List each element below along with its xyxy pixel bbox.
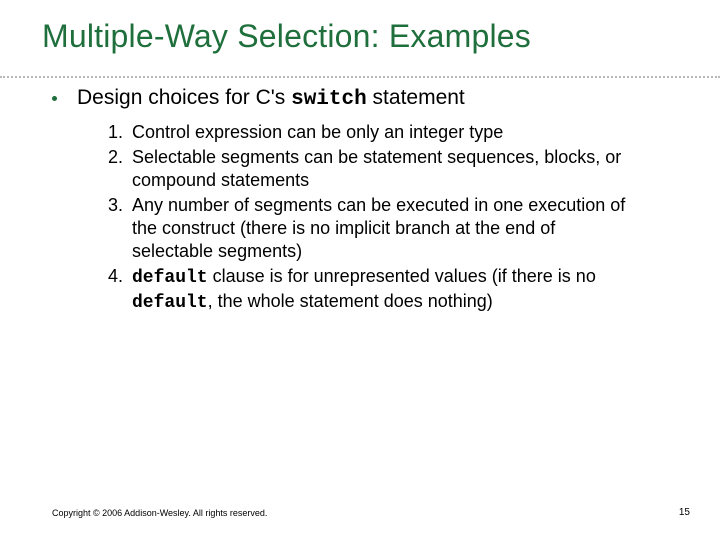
bullet-text-post: statement	[367, 86, 465, 109]
bullet-item: Design choices for C's switch statement	[52, 85, 660, 113]
slide-body: Design choices for C's switch statement …	[0, 55, 720, 316]
list-item-text: Selectable segments can be statement seq…	[132, 147, 621, 190]
list-item-text: clause is for unrepresented values (if t…	[208, 266, 596, 286]
bullet-icon	[52, 96, 57, 101]
bullet-text: Design choices for C's switch statement	[77, 85, 465, 113]
list-item-text: , the whole statement does nothing)	[208, 291, 493, 311]
slide: Multiple-Way Selection: Examples Design …	[0, 0, 720, 540]
slide-title: Multiple-Way Selection: Examples	[0, 0, 720, 55]
page-number: 15	[679, 507, 690, 518]
list-item: default clause is for unrepresented valu…	[128, 265, 630, 315]
numbered-list: Control expression can be only an intege…	[102, 121, 660, 315]
list-item-code: default	[132, 293, 208, 313]
list-item: Selectable segments can be statement seq…	[128, 146, 630, 192]
bullet-code: switch	[291, 88, 367, 111]
copyright-footer: Copyright © 2006 Addison-Wesley. All rig…	[52, 508, 267, 518]
list-item: Any number of segments can be executed i…	[128, 194, 630, 263]
list-item: Control expression can be only an intege…	[128, 121, 630, 144]
bullet-text-pre: Design choices for C's	[77, 86, 291, 109]
list-item-code: default	[132, 268, 208, 288]
divider	[0, 76, 720, 78]
list-item-text: Control expression can be only an intege…	[132, 122, 503, 142]
list-item-text: Any number of segments can be executed i…	[132, 195, 625, 261]
